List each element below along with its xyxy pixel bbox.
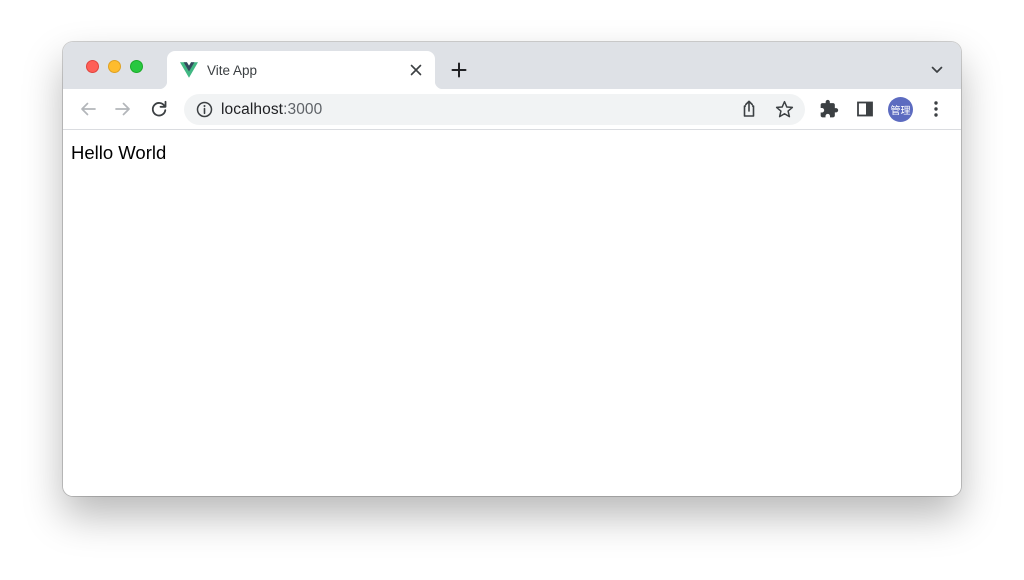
tab-title: Vite App <box>207 63 258 78</box>
close-window-button[interactable] <box>86 60 99 73</box>
avatar[interactable]: 管理 <box>888 97 913 122</box>
forward-icon[interactable] <box>111 97 135 121</box>
browser-toolbar: localhost:3000 管理 <box>63 89 961 130</box>
plus-icon[interactable] <box>449 60 469 80</box>
page-content: Hello World <box>63 130 961 496</box>
maximize-window-button[interactable] <box>130 60 143 73</box>
menu-icon[interactable] <box>924 97 948 121</box>
share-icon[interactable] <box>739 99 759 119</box>
star-icon[interactable] <box>774 99 795 120</box>
back-icon[interactable] <box>76 97 100 121</box>
minimize-window-button[interactable] <box>108 60 121 73</box>
tab-vite-app[interactable]: Vite App <box>159 51 443 89</box>
vue-logo-icon <box>180 62 198 78</box>
url-host: localhost <box>221 101 284 118</box>
close-icon[interactable] <box>407 61 425 79</box>
extensions-icon[interactable] <box>817 97 841 121</box>
hello-text: Hello World <box>71 142 167 163</box>
tab-strip: Vite App <box>63 42 961 89</box>
url-text[interactable]: localhost:3000 <box>221 101 322 119</box>
url-port: :3000 <box>283 101 323 118</box>
browser-window: Vite App localhost:3000 管理 Hello World <box>63 42 961 496</box>
address-bar[interactable]: localhost:3000 <box>184 94 805 125</box>
reload-icon[interactable] <box>147 97 171 121</box>
chevron-down-icon[interactable] <box>929 62 945 78</box>
info-icon[interactable] <box>196 101 213 118</box>
side-panel-icon[interactable] <box>853 97 877 121</box>
